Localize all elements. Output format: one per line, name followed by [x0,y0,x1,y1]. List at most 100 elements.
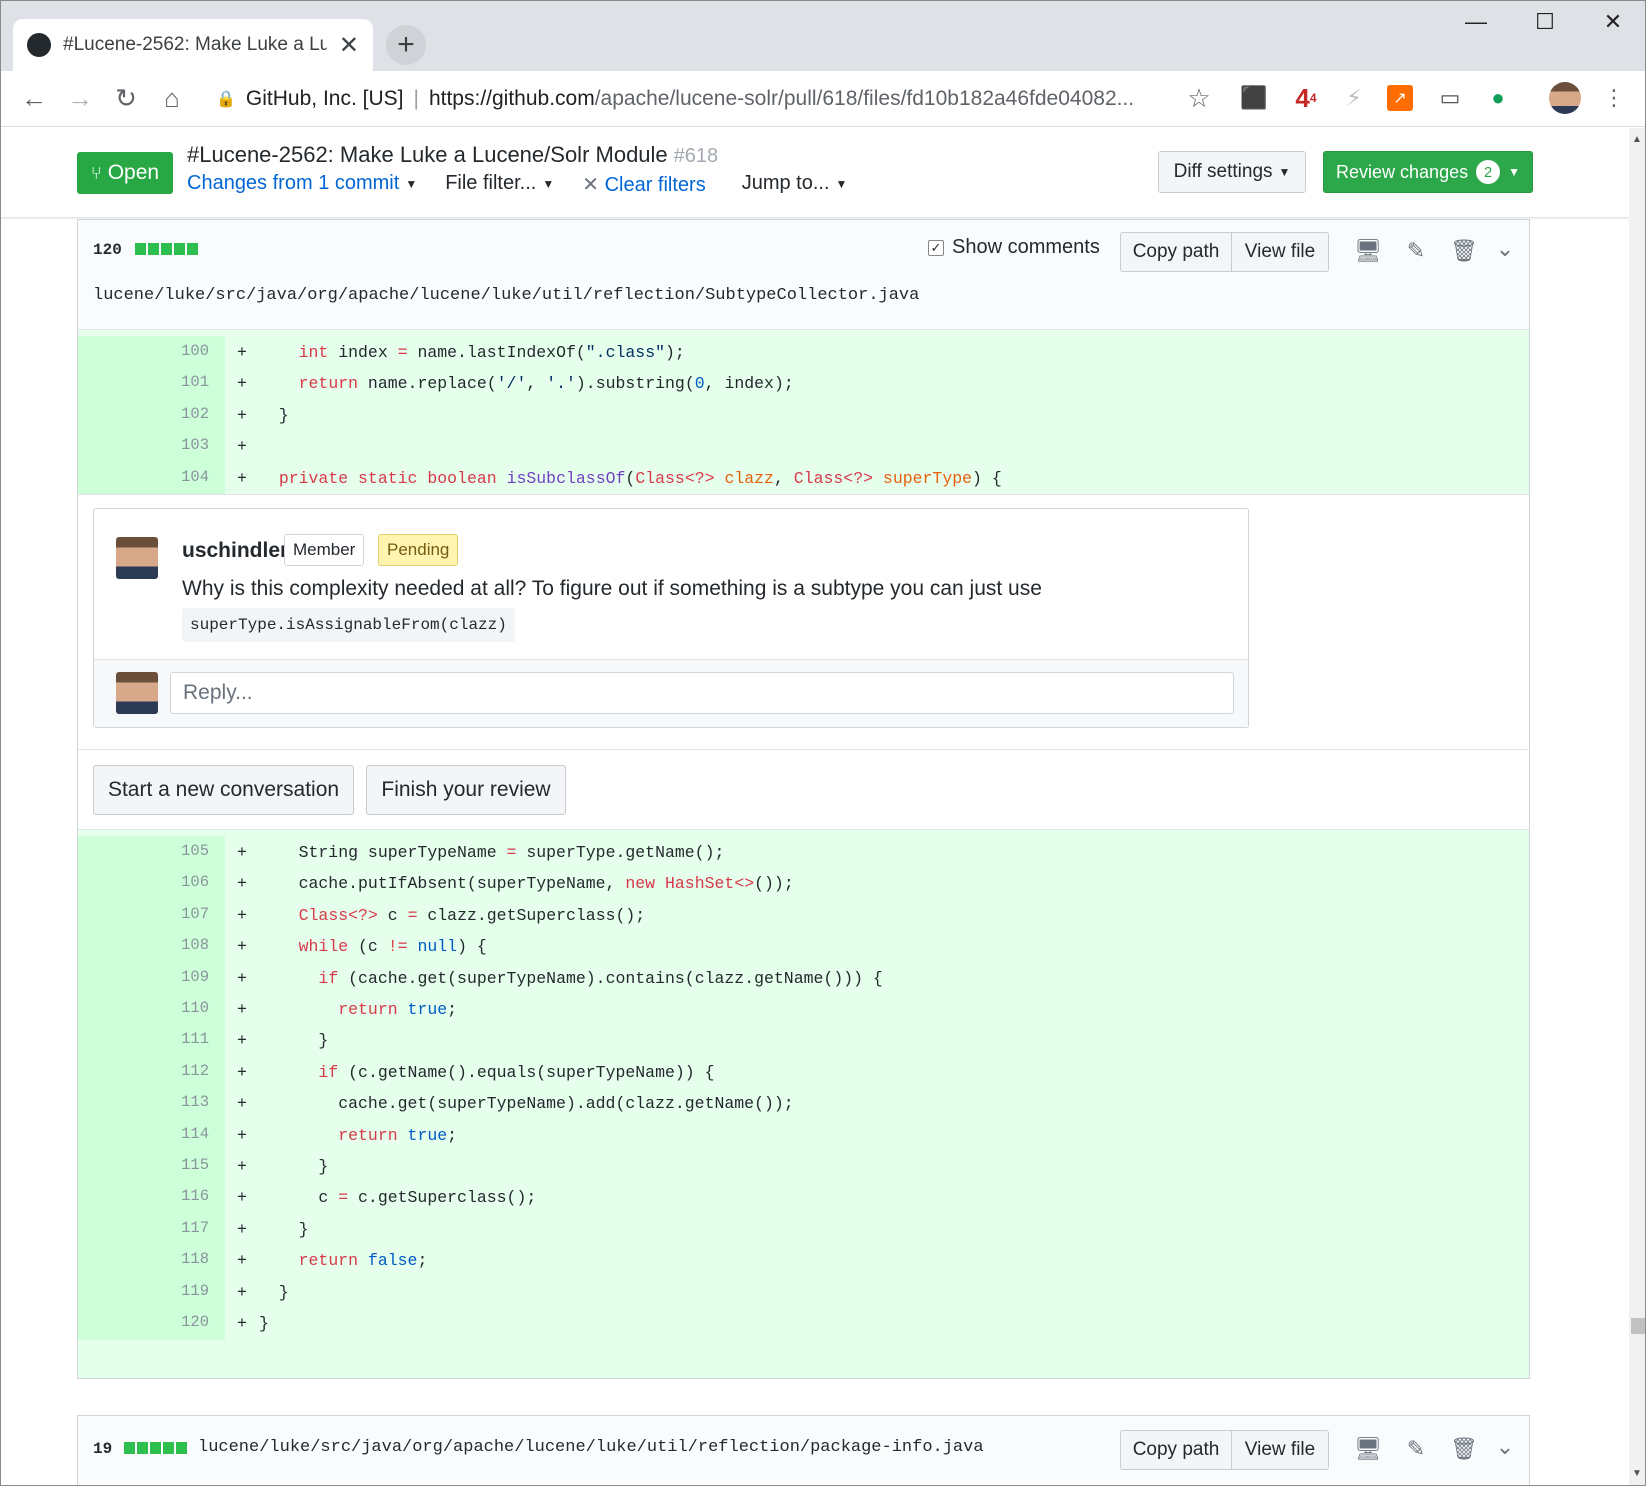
line-number-gutter[interactable]: 114 [78,1118,225,1152]
line-number-gutter[interactable]: 103 [78,430,225,464]
line-number: 119 [181,1281,209,1300]
addition-marker: + [237,437,247,457]
caret-down-icon: ▼ [835,176,848,191]
line-number-gutter[interactable]: 111 [78,1024,225,1058]
card-icon[interactable]: ▭ [1435,83,1465,113]
close-tab-icon[interactable]: ✕ [339,31,359,60]
addition-marker: + [237,1314,247,1333]
show-comments-toggle[interactable]: ✓ Show comments [928,236,1100,259]
start-conversation-button[interactable]: Start a new conversation [93,765,354,815]
desktop-icon[interactable]: 🖥 [1353,1436,1383,1462]
code-line: } [259,1314,269,1333]
pending-label: Pending [378,534,459,566]
scroll-down-icon[interactable]: ▼ [1632,1468,1642,1479]
line-number-gutter[interactable]: 105 [78,836,225,869]
diff-line: 116 + c = c.getSuperclass(); [78,1181,1529,1215]
comment-author[interactable]: uschindler [182,539,288,563]
changes-from-menu[interactable]: Changes from 1 commit ▼ [187,172,417,197]
addition-marker: + [237,343,247,362]
close-window-icon[interactable]: ✕ [1593,9,1633,35]
maximize-icon[interactable]: ☐ [1525,9,1565,35]
line-number-gutter[interactable]: 100 [78,336,225,369]
avatar[interactable] [116,537,158,579]
line-number-gutter[interactable]: 101 [78,367,225,401]
jump-to-menu[interactable]: Jump to... ▼ [742,172,848,197]
line-number: 111 [181,1030,209,1049]
line-number-gutter[interactable]: 117 [78,1212,225,1246]
scroll-up-icon[interactable]: ▲ [1632,134,1642,145]
scrollbar-thumb[interactable] [1631,1318,1645,1334]
line-number-gutter[interactable]: 113 [78,1087,225,1121]
extension-counter-icon[interactable]: 44 [1291,83,1321,113]
line-number-gutter[interactable]: 107 [78,898,225,932]
bookmark-star-icon[interactable]: ☆ [1184,83,1214,113]
analytics-icon[interactable]: ↗ [1387,85,1413,111]
pr-state-badge: ⑂ Open [77,152,173,194]
line-number-gutter[interactable]: 120 [78,1307,225,1340]
copy-path-button[interactable]: Copy path [1120,232,1232,272]
line-number-gutter[interactable]: 118 [78,1244,225,1278]
diff-line: 109 + if (cache.get(superTypeName).contai… [78,961,1529,995]
reload-icon[interactable]: ↻ [103,76,149,122]
chevron-down-icon[interactable]: ⌄ [1490,1434,1520,1460]
addition-marker: + [237,468,247,488]
diff-line: 113 + cache.get(superTypeName).add(clazz.… [78,1087,1529,1121]
url-host: https://github.com [428,87,595,110]
pencil-icon[interactable]: ✎ [1401,238,1431,264]
tab-title: #Lucene-2562: Make Luke a Luce [63,34,327,55]
profile-avatar-icon[interactable] [1549,82,1581,114]
line-number-gutter[interactable]: 115 [78,1150,225,1183]
chevron-down-icon[interactable]: ⌄ [1490,236,1520,262]
trash-icon[interactable]: 🗑 [1449,238,1479,264]
line-number: 100 [181,342,209,360]
line-number-gutter[interactable]: 108 [78,930,225,964]
line-number: 104 [181,467,209,486]
lightning-icon[interactable]: ⚡ [1339,83,1369,113]
pr-header: ⑂ Open #Lucene-2562: Make Luke a Lucene/S… [1,128,1629,218]
view-file-button[interactable]: View file [1231,232,1329,272]
scrollbar[interactable]: ▲ ▼ [1629,128,1645,1485]
addition-marker: + [237,1219,247,1239]
inline-code: superType.isAssignableFrom(clazz) [182,608,515,642]
desktop-icon[interactable]: 🖥 [1353,238,1383,264]
addition-marker: + [237,1094,247,1114]
reply-input[interactable]: Reply... [170,672,1234,714]
line-number-gutter[interactable]: 109 [78,961,225,995]
line-number-gutter[interactable]: 116 [78,1181,225,1215]
home-icon[interactable]: ⌂ [149,76,195,122]
trash-icon[interactable]: 🗑 [1449,1436,1479,1462]
tab-strip: #Lucene-2562: Make Luke a Luce ✕ + — ☐ ✕ [1,1,1645,71]
pencil-icon[interactable]: ✎ [1401,1436,1431,1462]
new-tab-button[interactable]: + [386,25,426,65]
back-icon[interactable]: ← [11,76,57,122]
diff-settings-button[interactable]: Diff settings ▼ [1158,151,1306,193]
minimize-icon[interactable]: — [1456,9,1496,35]
code-line: while (c != null) { [298,937,487,957]
line-number: 101 [181,373,209,392]
review-changes-button[interactable]: Review changes 2 ▼ [1323,151,1533,193]
diff-line: 107 + Class<?> c = clazz.getSuperclass(); [78,898,1529,932]
line-number-gutter[interactable]: 102 [78,398,225,432]
line-number-gutter[interactable]: 106 [78,867,225,901]
browser-tab[interactable]: #Lucene-2562: Make Luke a Luce ✕ [13,19,373,71]
line-number: 109 [181,967,209,986]
line-number-gutter[interactable]: 110 [78,993,225,1026]
file-header: 120 lucene/luke/src/java/org/apache/luce… [78,220,1529,330]
extension-puzzle-icon[interactable]: ⬛ [1239,83,1269,113]
line-number: 106 [181,873,209,892]
chat-bubble-icon[interactable]: ● [1483,83,1513,113]
code-line: cache.putIfAbsent(superTypeName, new Has… [259,874,794,894]
line-number-gutter[interactable]: 119 [78,1275,225,1309]
finish-review-button[interactable]: Finish your review [366,765,566,815]
line-number-gutter[interactable]: 104 [78,461,225,495]
view-file-button[interactable]: View file [1231,1430,1329,1470]
code-line: return true; [338,1000,458,1019]
copy-path-button[interactable]: Copy path [1120,1430,1232,1470]
forward-icon[interactable]: → [57,76,103,122]
menu-kebab-icon[interactable]: ⋮ [1599,83,1629,113]
comment-body: Why is this complexity needed at all? To… [182,574,1042,642]
clear-filters-link[interactable]: ✕ Clear filters [582,172,705,197]
line-number-gutter[interactable]: 112 [78,1055,225,1089]
address-bar[interactable]: 🔒 GitHub, Inc. [US] | https://github.com… [216,77,1216,121]
file-filter-menu[interactable]: File filter... ▼ [445,172,554,197]
